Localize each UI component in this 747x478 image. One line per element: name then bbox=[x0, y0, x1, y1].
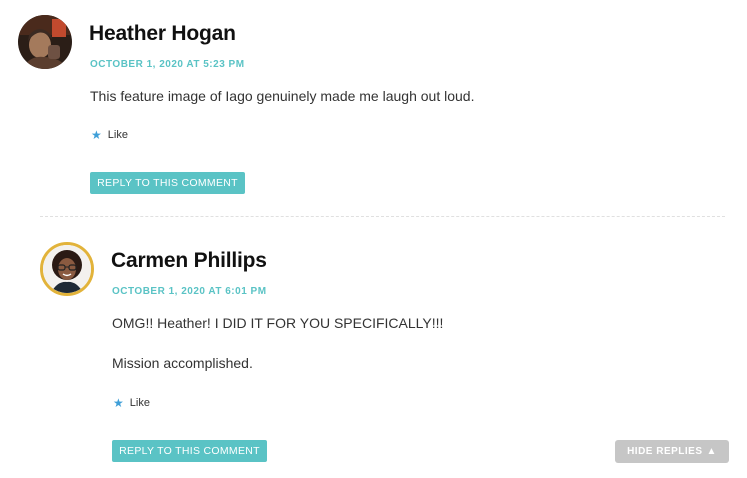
hide-replies-button[interactable]: HIDE REPLIES ▲ bbox=[615, 440, 729, 463]
comment-text: Mission accomplished. bbox=[112, 355, 253, 371]
comment-timestamp[interactable]: OCTOBER 1, 2020 AT 5:23 PM bbox=[90, 59, 245, 70]
comment-timestamp[interactable]: OCTOBER 1, 2020 AT 6:01 PM bbox=[112, 286, 267, 297]
avatar-photo-icon bbox=[43, 245, 91, 293]
star-icon: ★ bbox=[113, 396, 124, 410]
like-label: Like bbox=[107, 129, 128, 141]
triangle-up-icon: ▲ bbox=[706, 446, 717, 457]
like-button[interactable]: ★ Like bbox=[113, 397, 150, 409]
hide-replies-label: HIDE REPLIES bbox=[627, 446, 703, 457]
comment-text: This feature image of Iago genuinely mad… bbox=[90, 88, 475, 104]
comment-thread: Heather Hogan OCTOBER 1, 2020 AT 5:23 PM… bbox=[0, 0, 747, 478]
comment-author[interactable]: Carmen Phillips bbox=[111, 249, 267, 273]
like-label: Like bbox=[129, 397, 150, 409]
comment-text: OMG!! Heather! I DID IT FOR YOU SPECIFIC… bbox=[112, 315, 444, 331]
comment-author[interactable]: Heather Hogan bbox=[89, 22, 236, 46]
avatar[interactable] bbox=[40, 242, 94, 296]
like-button[interactable]: ★ Like bbox=[91, 129, 128, 141]
comment-divider bbox=[40, 216, 725, 217]
star-icon: ★ bbox=[91, 128, 102, 142]
reply-button[interactable]: REPLY TO THIS COMMENT bbox=[112, 440, 267, 462]
avatar-photo-icon bbox=[18, 15, 72, 69]
reply-button[interactable]: REPLY TO THIS COMMENT bbox=[90, 172, 245, 194]
avatar[interactable] bbox=[18, 15, 72, 69]
